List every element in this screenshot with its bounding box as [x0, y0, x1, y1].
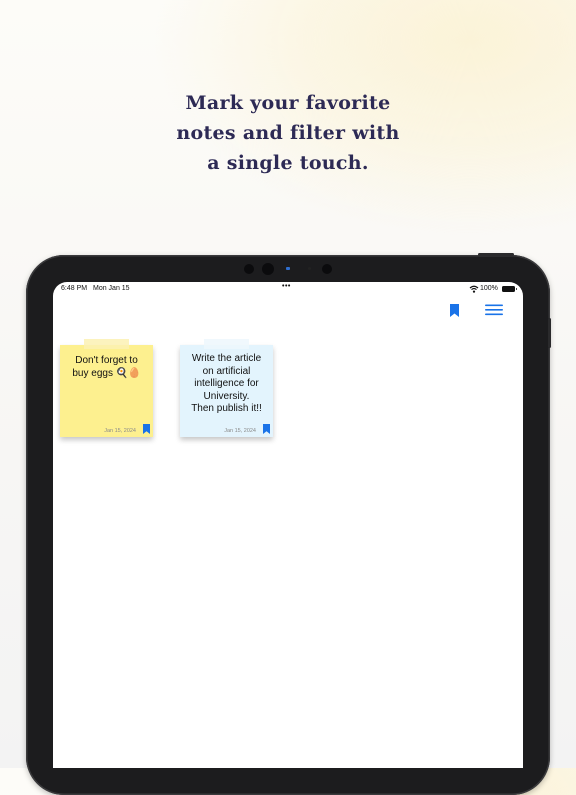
- bookmark-icon[interactable]: [263, 424, 270, 434]
- note-text: Write the article on artificial intellig…: [184, 353, 269, 416]
- note-date: Jan 15, 2024: [224, 428, 256, 434]
- note-tape: [204, 339, 249, 349]
- status-date: Mon Jan 15: [93, 285, 130, 292]
- front-camera-icon: [262, 263, 274, 275]
- note-text-line: on artificial: [202, 365, 251, 377]
- menu-button[interactable]: [483, 302, 505, 318]
- camera-bar: [244, 262, 336, 276]
- headline-line-1: Mark your favorite: [185, 92, 391, 114]
- camera-indicator-icon: [286, 267, 290, 270]
- note-card-2[interactable]: Write the article on artificial intellig…: [180, 339, 273, 437]
- note-text-line: University.: [203, 390, 250, 402]
- sensor-icon: [244, 264, 254, 274]
- note-text: Don't forget to buy eggs 🍳🥚: [64, 355, 149, 380]
- note-text-line: Don't forget to: [75, 355, 138, 366]
- note-tape: [84, 339, 129, 349]
- face-id-icon: [322, 264, 332, 274]
- note-card-1[interactable]: Don't forget to buy eggs 🍳🥚 Jan 15, 2024: [60, 339, 153, 437]
- app-screen: 6:48 PM Mon Jan 15 ••• 100% Don't forget…: [53, 282, 523, 768]
- wifi-icon: [469, 285, 479, 293]
- note-date: Jan 15, 2024: [104, 428, 136, 434]
- note-text-line: Then publish it!!: [191, 403, 262, 414]
- top-button: [478, 253, 514, 256]
- ambient-sensor-icon: [308, 267, 311, 270]
- note-text-line: intelligence for: [194, 378, 259, 389]
- bookmark-icon[interactable]: [143, 424, 150, 434]
- headline: Mark your favorite notes and filter with…: [0, 88, 576, 178]
- headline-line-3: a single touch.: [207, 152, 369, 174]
- note-text-line: buy eggs 🍳🥚: [72, 367, 141, 379]
- multitask-dots-icon[interactable]: •••: [282, 283, 291, 290]
- volume-button: [548, 318, 551, 348]
- bookmark-filter-button[interactable]: [447, 303, 461, 319]
- headline-line-2: notes and filter with: [176, 122, 400, 144]
- bookmark-filter-icon: [450, 304, 459, 317]
- status-time: 6:48 PM: [61, 285, 88, 292]
- menu-icon: [485, 304, 503, 316]
- note-text-line: Write the article: [191, 353, 262, 364]
- battery-percent: 100%: [480, 285, 498, 292]
- battery-icon: [502, 286, 517, 292]
